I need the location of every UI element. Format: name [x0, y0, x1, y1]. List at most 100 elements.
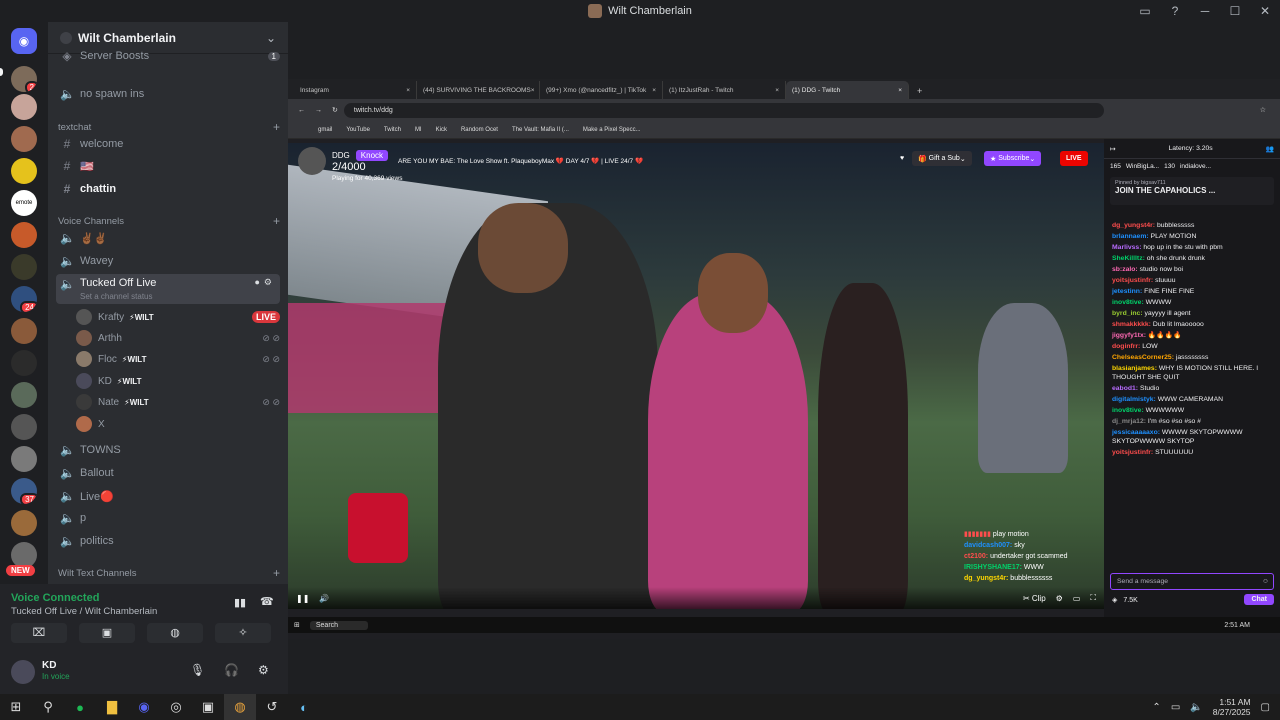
file-explorer-icon[interactable]: ▇ [96, 694, 128, 720]
chat-username[interactable]: sb:zalo: [1112, 266, 1138, 273]
server-icon[interactable] [11, 222, 37, 248]
browser-tab[interactable]: (99+) Xmo (@nancedfitz_) | TikTok × [540, 81, 663, 99]
clock[interactable]: 1:51 AM 8/27/2025 [1213, 697, 1251, 717]
gear-icon[interactable]: ⚙ [258, 663, 269, 677]
chat-send-button[interactable]: Chat [1244, 594, 1274, 605]
microphone-icon[interactable]: 🎙 [190, 663, 205, 677]
new-tab-icon[interactable]: + [909, 86, 930, 99]
bookmark[interactable]: MI [415, 127, 422, 133]
add-channel-icon[interactable]: + [273, 566, 280, 580]
voice-user[interactable]: KD ⚡WILT [76, 371, 280, 391]
gift-sub-button[interactable]: 🎁 Gift a Sub ⌄ [912, 151, 972, 166]
chat-username[interactable]: inov8tive: [1112, 407, 1144, 414]
server-icon[interactable]: emote [11, 190, 37, 216]
stream-video[interactable]: DDG Knock 2/4000 ARE YOU MY BAE: The Lov… [288, 143, 1104, 609]
server-icon[interactable] [11, 254, 37, 280]
browser-tab[interactable]: Instagram × [294, 81, 417, 99]
chrome-icon[interactable]: ◍ [224, 694, 256, 720]
screenshare-button[interactable]: ▣ [79, 623, 135, 643]
channel-welcome[interactable]: # welcome [56, 134, 280, 154]
add-channel-icon[interactable]: + [273, 214, 280, 228]
server-icon[interactable] [11, 66, 37, 92]
chat-input[interactable]: Send a message ☺ [1110, 573, 1274, 590]
channel-status[interactable]: Set a channel status [80, 292, 153, 301]
chevron-down-icon[interactable]: ⌄ [266, 31, 276, 45]
chat-username[interactable]: yoitsjustinfr: [1112, 277, 1153, 284]
bookmark[interactable]: Twitch [384, 127, 401, 133]
server-icon[interactable] [11, 478, 37, 504]
channel-actions-icons[interactable]: ●⚙ [254, 277, 280, 288]
chat-username[interactable]: jessicaaaaaxo: [1112, 429, 1160, 436]
star-icon[interactable]: ☆ [1260, 106, 1266, 114]
voice-channel-tucked-off-live[interactable]: 🔈 Tucked Off Live Set a channel status ●… [56, 274, 280, 304]
voice-user[interactable]: Arthh ⊘ ⊘ [76, 328, 280, 348]
bookmark[interactable]: Make a Pixel Specc... [583, 127, 641, 133]
back-icon[interactable]: ← [298, 107, 305, 114]
signal-icon[interactable]: ▮▮ [234, 596, 246, 609]
chat-username[interactable]: SheKillItz: [1112, 255, 1145, 262]
voice-channel-towns[interactable]: 🔈 TOWNS [56, 440, 280, 460]
close-button[interactable]: ✕ [1250, 4, 1280, 18]
browser-tab[interactable]: (1) ItzJustRah - Twitch × [663, 81, 786, 99]
search-icon[interactable]: ⚲ [32, 694, 64, 720]
help-icon[interactable]: ? [1160, 4, 1190, 18]
chat-username[interactable]: eabod1: [1112, 385, 1138, 392]
activities-button[interactable]: ◍ [147, 623, 203, 643]
chat-username[interactable]: brlannaem: [1112, 233, 1149, 240]
server-icon[interactable] [11, 318, 37, 344]
voice-connected-status[interactable]: Voice Connected [11, 592, 99, 604]
forward-icon[interactable]: → [315, 107, 322, 114]
voice-user[interactable]: Floc ⚡WILT ⊘ ⊘ [76, 349, 280, 369]
chat-username[interactable]: Marlivss: [1112, 244, 1141, 251]
server-icon[interactable] [11, 510, 37, 536]
steam-icon[interactable]: ◐ [288, 694, 320, 720]
chat-username[interactable]: dj_mrja12: [1112, 418, 1146, 425]
app-icon[interactable]: ◎ [160, 694, 192, 720]
bookmark[interactable]: Random Ocet [461, 127, 498, 133]
url-field[interactable]: twitch.tv/ddg [343, 102, 1104, 118]
volume-icon[interactable]: 🔊 [319, 594, 329, 603]
subscribe-button[interactable]: ★ Subscribe ⌄ [984, 151, 1042, 166]
epic-games-icon[interactable]: ▣ [192, 694, 224, 720]
chat-username[interactable]: jetestinn: [1112, 288, 1142, 295]
minimize-button[interactable]: ─ [1190, 4, 1220, 18]
fullscreen-icon[interactable]: ⛶ [1090, 593, 1096, 603]
voice-user[interactable]: Nate ⚡WILT ⊘ ⊘ [76, 392, 280, 412]
server-icon[interactable] [11, 414, 37, 440]
voice-location[interactable]: Tucked Off Live / Wilt Chamberlain [11, 606, 157, 617]
reload-icon[interactable]: ↻ [332, 106, 338, 114]
tray-chevron-icon[interactable]: ⌃ [1152, 702, 1160, 713]
chat-username[interactable]: doginfrr: [1112, 343, 1140, 350]
disconnect-icon[interactable]: ☎ [260, 595, 274, 608]
bookmark[interactable]: gmail [318, 127, 332, 133]
chat-username[interactable]: ChelseasCorner25: [1112, 354, 1174, 361]
channel-flag[interactable]: # 🇺🇸 [56, 156, 280, 176]
discord-icon[interactable]: ◉ [128, 694, 160, 720]
inbox-icon[interactable]: ▭ [1130, 4, 1160, 18]
channel-chattin[interactable]: # chattin [56, 179, 280, 199]
network-icon[interactable]: ▭ [1171, 702, 1180, 713]
category-voice-channels[interactable]: Voice Channels + [58, 214, 280, 228]
channel-avatar[interactable] [298, 147, 326, 175]
avatar[interactable] [11, 660, 35, 684]
heart-icon[interactable]: ♥ [894, 151, 910, 166]
camera-button[interactable]: ⌧ [11, 623, 67, 643]
voice-channel-politics[interactable]: 🔈 politics [56, 531, 280, 551]
knock-button[interactable]: Knock [355, 149, 389, 161]
chat-username[interactable]: digitalmistyk: [1112, 396, 1156, 403]
channel-no-spawn-ins[interactable]: 🔈 no spawn ins [56, 84, 280, 104]
add-channel-icon[interactable]: + [273, 120, 280, 134]
windows-start-icon[interactable]: ⊞ [0, 694, 32, 720]
notifications-icon[interactable]: ▢ [1261, 702, 1270, 713]
pause-icon[interactable]: ❚❚ [296, 594, 309, 603]
pinned-message[interactable]: Pinned by bigsav711 JOIN THE CAPAHOLICS … [1110, 177, 1274, 205]
server-icon[interactable] [11, 382, 37, 408]
chat-username[interactable]: blasianjames: [1112, 365, 1157, 372]
volume-icon[interactable]: 🔈 [1190, 702, 1202, 713]
chat-username[interactable]: shmakkkkk: [1112, 321, 1151, 328]
voice-channel-live[interactable]: 🔈 Live🔴 [56, 486, 280, 506]
category-wilt-text-channels[interactable]: Wilt Text Channels + [58, 566, 280, 580]
server-boosts-item[interactable]: ◈ Server Boosts 1 [56, 46, 280, 66]
discord-home-icon[interactable]: ◉ [11, 28, 37, 54]
browser-tab[interactable]: (44) SURVIVING THE BACKROOMS × [417, 81, 540, 99]
